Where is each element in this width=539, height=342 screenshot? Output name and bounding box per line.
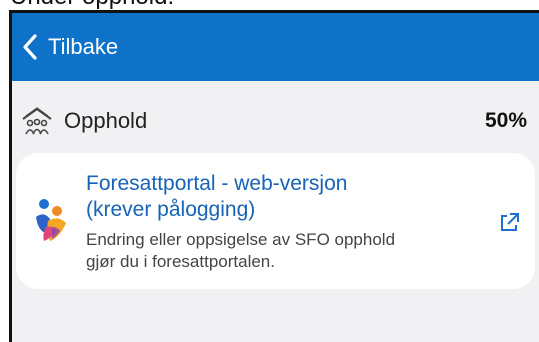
- opphold-percentage: 50%: [484, 109, 527, 132]
- foresattportal-card[interactable]: Foresattportal - web-versjon (krever pål…: [16, 153, 535, 289]
- external-link-icon[interactable]: [497, 211, 521, 235]
- back-button[interactable]: Tilbake: [22, 22, 118, 72]
- chevron-left-icon: [23, 34, 37, 60]
- opphold-label: Opphold: [64, 108, 148, 133]
- opphold-row: Opphold 50%: [12, 99, 539, 143]
- link-line-1: Foresattportal - web-versjon: [86, 172, 348, 195]
- back-label: Tilbake: [48, 34, 119, 59]
- description-line-1: Endring eller oppsigelse av SFO opphold: [86, 230, 396, 249]
- link-line-2: (krever pålogging): [86, 198, 256, 221]
- app-screen: Tilbake Opphold 50% Foresattportal - web…: [9, 10, 539, 342]
- navigation-bar: Tilbake: [12, 13, 539, 81]
- card-description: Endring eller oppsigelse av SFO opphold …: [86, 229, 476, 273]
- foresattportal-link[interactable]: Foresattportal - web-versjon (krever pål…: [86, 171, 446, 223]
- caption-text: Under opphold:: [0, 0, 539, 9]
- family-logo-icon: [36, 199, 66, 241]
- description-line-2: gjør du i foresattportalen.: [86, 252, 275, 271]
- house-people-icon: [20, 106, 54, 136]
